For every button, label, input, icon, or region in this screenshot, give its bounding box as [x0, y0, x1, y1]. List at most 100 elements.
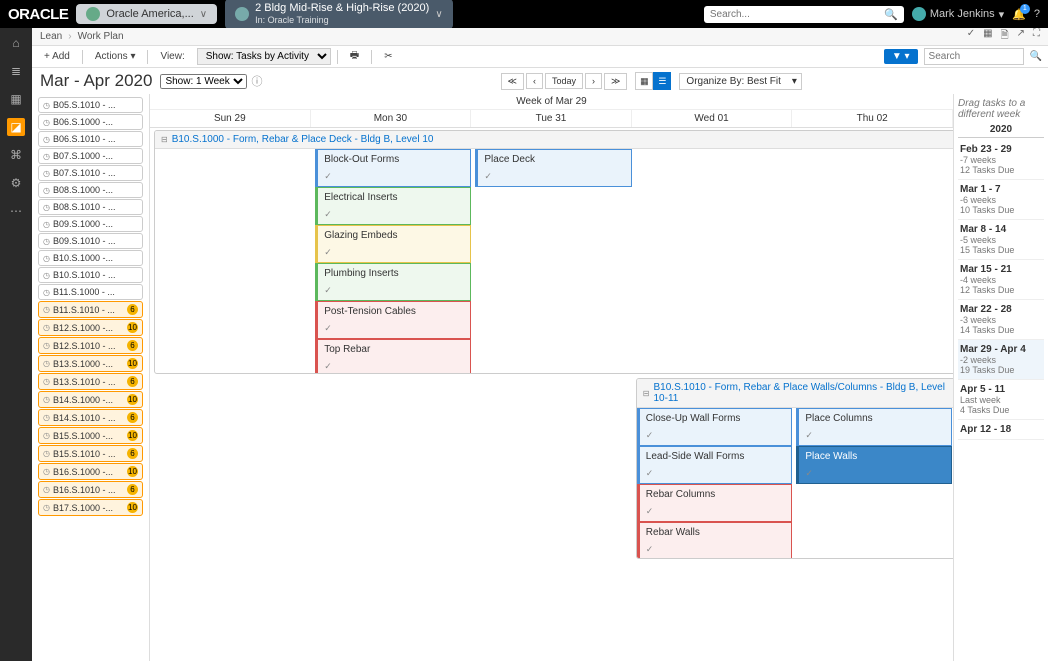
- week-item[interactable]: Apr 5 - 11Last week4 Tasks Due: [958, 380, 1044, 420]
- task-list-item[interactable]: ◷B10.S.1010 - ...: [38, 267, 143, 283]
- swimlane-header[interactable]: ⊟ B10.S.1010 - Form, Rebar & Place Walls/…: [637, 379, 953, 408]
- check-icon: ✓: [646, 506, 786, 517]
- scissors-icon[interactable]: ✂: [378, 49, 398, 64]
- nav-last[interactable]: ≫: [604, 73, 627, 90]
- info-icon[interactable]: ⓘ: [251, 73, 262, 89]
- week-sub: -6 weeks: [960, 195, 1042, 205]
- swimlane-title: B10.S.1010 - Form, Rebar & Place Walls/C…: [654, 382, 950, 404]
- week-item[interactable]: Mar 22 - 28-3 weeks14 Tasks Due: [958, 300, 1044, 340]
- print-icon[interactable]: 🖶: [344, 46, 365, 67]
- clock-icon: ◷: [43, 288, 50, 297]
- collapse-icon[interactable]: ⊟: [161, 135, 168, 144]
- task-card[interactable]: Post-Tension Cables✓: [315, 301, 471, 339]
- task-list-item[interactable]: ◷B10.S.1000 -...: [38, 250, 143, 266]
- task-list-item[interactable]: ◷B11.S.1000 - ...: [38, 284, 143, 300]
- crumb-workplan[interactable]: Work Plan: [78, 31, 124, 42]
- expand-icon[interactable]: ⛶: [1033, 28, 1040, 45]
- week-item[interactable]: Feb 23 - 29-7 weeks12 Tasks Due: [958, 140, 1044, 180]
- task-list-item[interactable]: ◷B12.S.1010 - ...6: [38, 337, 143, 354]
- week-item[interactable]: Mar 1 - 7-6 weeks10 Tasks Due: [958, 180, 1044, 220]
- calendar-grid[interactable]: ⊟B10.S.1000 - Form, Rebar & Place Deck -…: [150, 128, 953, 661]
- workplan-icon[interactable]: ◪: [7, 118, 25, 136]
- nav-next[interactable]: ›: [585, 73, 602, 89]
- project-pill[interactable]: 2 Bldg Mid-Rise & High-Rise (2020) In: O…: [225, 0, 453, 29]
- task-list-item[interactable]: ◷B16.S.1000 -...10: [38, 463, 143, 480]
- workspace-pill[interactable]: Oracle America,... ∨: [76, 4, 217, 24]
- task-list-item[interactable]: ◷B08.S.1000 -...: [38, 182, 143, 198]
- task-card[interactable]: Place Columns✓: [796, 408, 952, 446]
- task-card[interactable]: Block-Out Forms✓: [315, 149, 471, 187]
- task-list-item[interactable]: ◷B06.S.1000 -...: [38, 114, 143, 130]
- search-icon[interactable]: 🔍: [1030, 51, 1042, 62]
- task-list-item[interactable]: ◷B07.S.1000 -...: [38, 148, 143, 164]
- nav-first[interactable]: ≪: [501, 73, 524, 90]
- collapse-icon[interactable]: ⊟: [643, 389, 650, 398]
- crumb-lean[interactable]: Lean: [40, 31, 62, 42]
- tool-icon-2[interactable]: 🗎: [1001, 28, 1009, 45]
- grid-icon[interactable]: ▦: [7, 90, 25, 108]
- task-card[interactable]: Place Walls✓: [796, 446, 952, 484]
- filter-button[interactable]: ▼ ▾: [884, 49, 918, 64]
- task-list[interactable]: ◷B05.S.1010 - ...◷B06.S.1000 -...◷B06.S.…: [32, 94, 150, 661]
- week-item[interactable]: Apr 12 - 18: [958, 420, 1044, 440]
- view-select[interactable]: Show: Tasks by Activity: [197, 48, 331, 65]
- view-grid[interactable]: ▦: [635, 72, 653, 90]
- clock-icon: ◷: [43, 169, 50, 178]
- task-list-item[interactable]: ◷B16.S.1010 - ...6: [38, 481, 143, 498]
- task-card[interactable]: Close-Up Wall Forms✓: [637, 408, 793, 446]
- weeks-panel[interactable]: Drag tasks to a different week 2020 Feb …: [953, 94, 1048, 661]
- settings-icon[interactable]: ⚙: [7, 174, 25, 192]
- tool-icon-1[interactable]: ▦: [983, 28, 992, 45]
- user-menu[interactable]: Mark Jenkins ▾: [912, 7, 1004, 21]
- task-list-item[interactable]: ◷B14.S.1000 -...10: [38, 391, 143, 408]
- task-card[interactable]: Rebar Walls✓: [637, 522, 793, 559]
- task-list-item[interactable]: ◷B13.S.1010 - ...6: [38, 373, 143, 390]
- task-list-item[interactable]: ◷B13.S.1000 -...10: [38, 355, 143, 372]
- list-icon[interactable]: ≣: [7, 62, 25, 80]
- task-list-item[interactable]: ◷B14.S.1010 - ...6: [38, 409, 143, 426]
- share-icon[interactable]: ↗: [1017, 28, 1025, 45]
- global-search-input[interactable]: [710, 9, 884, 20]
- task-card[interactable]: Glazing Embeds✓: [315, 225, 471, 263]
- home-icon[interactable]: ⌂: [7, 34, 25, 52]
- link-icon[interactable]: ⌘: [7, 146, 25, 164]
- organize-select[interactable]: Organize By: Best Fit: [679, 73, 801, 90]
- task-list-item[interactable]: ◷B11.S.1010 - ...6: [38, 301, 143, 318]
- task-list-item[interactable]: ◷B17.S.1000 -...10: [38, 499, 143, 516]
- task-list-item[interactable]: ◷B07.S.1010 - ...: [38, 165, 143, 181]
- task-card[interactable]: Lead-Side Wall Forms✓: [637, 446, 793, 484]
- week-item[interactable]: Mar 29 - Apr 4-2 weeks19 Tasks Due: [958, 340, 1044, 380]
- actions-button[interactable]: Actions ▾: [89, 49, 142, 64]
- nav-prev[interactable]: ‹: [526, 73, 543, 89]
- notification-bell[interactable]: 🔔1: [1012, 8, 1026, 21]
- show-week-select[interactable]: Show: 1 Week: [160, 74, 247, 89]
- clock-icon: ◷: [43, 237, 50, 246]
- nav-today[interactable]: Today: [545, 73, 583, 89]
- filter-search-input[interactable]: [924, 48, 1024, 65]
- weeks-year: 2020: [958, 124, 1044, 138]
- task-label: B16.S.1010 - ...: [53, 485, 116, 495]
- task-list-item[interactable]: ◷B05.S.1010 - ...: [38, 97, 143, 113]
- more-icon[interactable]: ⋯: [7, 202, 25, 220]
- task-card[interactable]: Place Deck✓: [475, 149, 631, 187]
- global-search[interactable]: 🔍: [704, 6, 904, 23]
- view-list[interactable]: ☰: [653, 72, 671, 90]
- week-item[interactable]: Mar 15 - 21-4 weeks12 Tasks Due: [958, 260, 1044, 300]
- task-list-item[interactable]: ◷B06.S.1010 - ...: [38, 131, 143, 147]
- task-label: B08.S.1010 - ...: [53, 202, 116, 212]
- task-list-item[interactable]: ◷B15.S.1010 - ...6: [38, 445, 143, 462]
- week-item[interactable]: Mar 8 - 14-5 weeks15 Tasks Due: [958, 220, 1044, 260]
- task-list-item[interactable]: ◷B08.S.1010 - ...: [38, 199, 143, 215]
- task-list-item[interactable]: ◷B12.S.1000 -...10: [38, 319, 143, 336]
- task-card[interactable]: Plumbing Inserts✓: [315, 263, 471, 301]
- help-icon[interactable]: ?: [1034, 8, 1040, 20]
- task-card[interactable]: Rebar Columns✓: [637, 484, 793, 522]
- task-list-item[interactable]: ◷B09.S.1010 - ...: [38, 233, 143, 249]
- task-card[interactable]: Electrical Inserts✓: [315, 187, 471, 225]
- task-list-item[interactable]: ◷B09.S.1000 -...: [38, 216, 143, 232]
- swimlane-header[interactable]: ⊟B10.S.1000 - Form, Rebar & Place Deck -…: [155, 131, 953, 149]
- check-icon[interactable]: ✓: [967, 28, 975, 45]
- task-card[interactable]: Top Rebar✓: [315, 339, 471, 374]
- add-button[interactable]: + Add: [38, 49, 76, 64]
- task-list-item[interactable]: ◷B15.S.1000 -...10: [38, 427, 143, 444]
